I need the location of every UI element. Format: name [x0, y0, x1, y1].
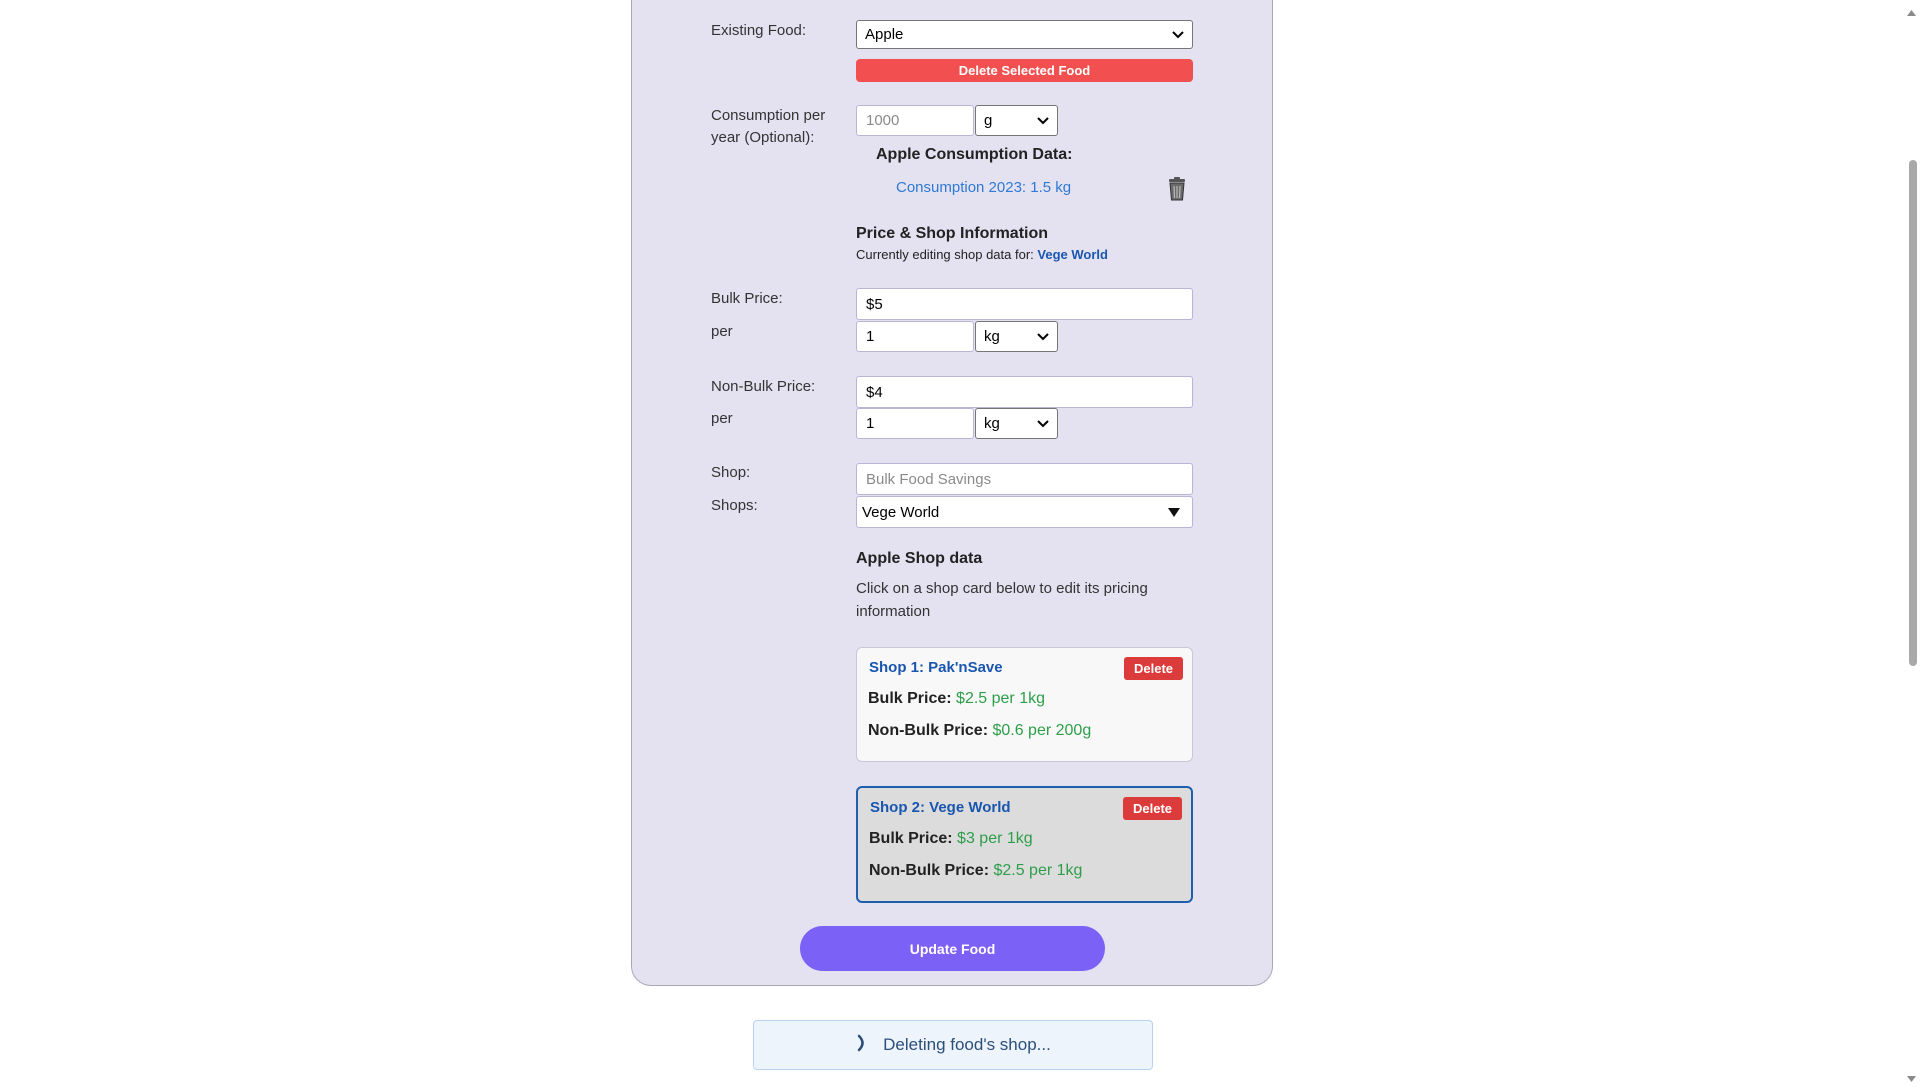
bulk-per-label: per	[711, 323, 733, 340]
shop-data-hint-line2: information	[856, 603, 931, 620]
shop-card-title: Shop 1: Pak'nSave	[869, 659, 1003, 676]
consumption-unit-select[interactable]: g	[975, 105, 1058, 136]
shop-card-bulk-price: Bulk Price: $3 per 1kg	[869, 830, 1033, 847]
bulk-price-input[interactable]: $5	[856, 288, 1193, 320]
scroll-down-arrow[interactable]	[1907, 1069, 1916, 1087]
nonbulk-price-input[interactable]: $4	[856, 376, 1193, 408]
bulk-price-label: Bulk Price:	[711, 290, 783, 307]
triangle-down-icon	[1168, 504, 1180, 521]
shop-data-hint-line1: Click on a shop card below to edit its p…	[856, 580, 1148, 597]
nonbulk-qty-input[interactable]: 1	[856, 408, 974, 439]
price-shop-heading: Price & Shop Information	[856, 225, 1049, 242]
chevron-down-icon	[1037, 415, 1049, 432]
shop-card-nonbulk-price: Non-Bulk Price: $2.5 per 1kg	[869, 862, 1083, 879]
editing-shop-note: Currently editing shop data for: Vege Wo…	[856, 247, 1108, 262]
shop-card-bulk-price: Bulk Price: $2.5 per 1kg	[868, 690, 1045, 707]
nonbulk-per-label: per	[711, 410, 733, 427]
bulk-qty-input[interactable]: 1	[856, 321, 974, 352]
status-message: Deleting food's shop...	[753, 1020, 1153, 1070]
editing-shop-name: Vege World	[1037, 247, 1108, 262]
consumption-input[interactable]: 1000	[856, 105, 974, 136]
consumption-data-heading: Apple Consumption Data:	[876, 146, 1073, 163]
nonbulk-unit-select[interactable]: kg	[975, 408, 1058, 439]
spinner-icon	[855, 1034, 869, 1057]
chevron-down-icon	[1037, 328, 1049, 345]
shop-data-heading: Apple Shop data	[856, 550, 983, 567]
page-scrollbar[interactable]	[1903, 0, 1920, 1082]
shop-label: Shop:	[711, 464, 751, 481]
scrollbar-thumb[interactable]	[1909, 160, 1917, 666]
shop-card-selected[interactable]: Shop 2: Vege World Delete Bulk Price: $3…	[856, 786, 1193, 903]
shop-card-nonbulk-price: Non-Bulk Price: $0.6 per 200g	[868, 722, 1092, 739]
consumption-entry: Consumption 2023: 1.5 kg	[896, 179, 1072, 196]
shop-card[interactable]: Shop 1: Pak'nSave Delete Bulk Price: $2.…	[856, 647, 1193, 762]
existing-food-label: Existing Food:	[711, 22, 807, 39]
consumption-label-line2: year (Optional):	[711, 129, 815, 146]
shops-label: Shops:	[711, 497, 758, 514]
chevron-down-icon	[1172, 26, 1184, 43]
delete-shop-button[interactable]: Delete	[1123, 797, 1182, 820]
consumption-label-line1: Consumption per	[711, 107, 826, 124]
bulk-unit-select[interactable]: kg	[975, 321, 1058, 352]
chevron-down-icon	[1037, 112, 1049, 129]
existing-food-select[interactable]: Apple	[856, 20, 1193, 49]
nonbulk-price-label: Non-Bulk Price:	[711, 378, 816, 395]
shop-card-title: Shop 2: Vege World	[870, 799, 1011, 816]
delete-selected-food-button[interactable]: Delete Selected Food	[856, 59, 1193, 82]
scroll-up-arrow[interactable]	[1907, 3, 1916, 21]
shop-input[interactable]: Bulk Food Savings	[856, 463, 1193, 495]
update-food-button[interactable]: Update Food	[800, 926, 1105, 971]
shops-select[interactable]: Vege World	[856, 496, 1193, 528]
trash-icon[interactable]	[1166, 177, 1188, 206]
delete-shop-button[interactable]: Delete	[1124, 657, 1183, 680]
